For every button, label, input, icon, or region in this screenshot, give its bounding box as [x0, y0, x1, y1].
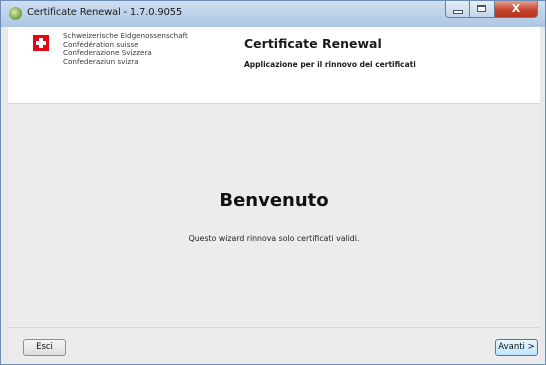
window-title: Certificate Renewal - 1.7.0.9055: [27, 7, 182, 18]
wizard-footer: Esci Avanti >: [8, 327, 540, 360]
confederation-names: Schweizerische Eidgenossenschaft Confédé…: [63, 31, 188, 66]
window-controls: X: [445, 1, 538, 20]
app-window: Certificate Renewal - 1.7.0.9055 X Schwe…: [0, 0, 546, 365]
close-icon: X: [511, 2, 521, 15]
welcome-description: Questo wizard rinnova solo certificati v…: [188, 234, 360, 243]
welcome-heading: Benvenuto: [219, 190, 329, 211]
wizard-header: Schweizerische Eidgenossenschaft Confédé…: [8, 27, 540, 104]
header-title: Certificate Renewal: [244, 36, 382, 51]
title-bar[interactable]: Certificate Renewal - 1.7.0.9055 X: [1, 1, 545, 27]
close-button[interactable]: X: [495, 1, 538, 18]
minimize-icon[interactable]: [445, 1, 470, 18]
wizard-content: Benvenuto Questo wizard rinnova solo cer…: [8, 104, 540, 327]
confederation-line-rm: Confederaziun svizra: [63, 56, 139, 66]
next-button[interactable]: Avanti >: [495, 339, 538, 356]
app-icon: [9, 7, 22, 20]
exit-button[interactable]: Esci: [23, 339, 66, 356]
maximize-icon[interactable]: [470, 1, 495, 18]
header-subtitle: Applicazione per il rinnovo dei certific…: [244, 60, 416, 69]
swiss-cross-icon: [33, 35, 49, 51]
